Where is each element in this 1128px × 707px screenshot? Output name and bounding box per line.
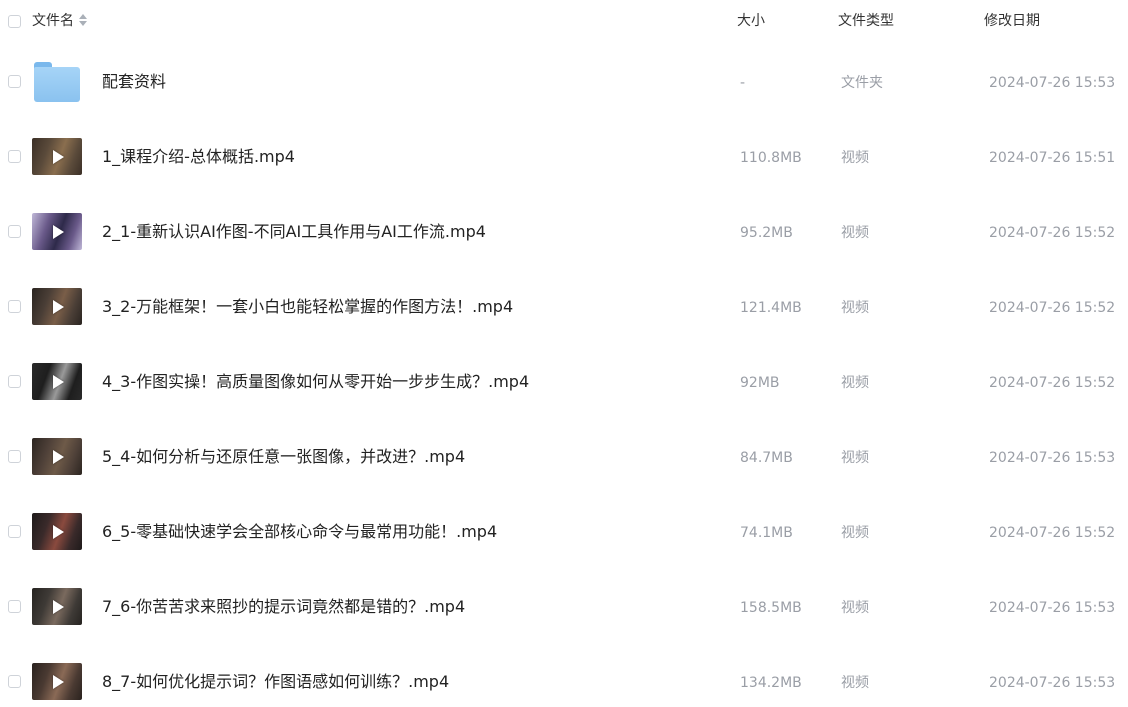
play-icon	[53, 449, 64, 464]
file-row[interactable]: 2_1-重新认识AI作图-不同AI工具作用与AI工作流.mp4 95.2MB 视频 2…	[0, 194, 1128, 269]
file-name[interactable]: 7_6-你苦苦求来照抄的提示词竟然都是错的？.mp4	[102, 597, 465, 617]
file-size: 121.4MB	[740, 300, 802, 316]
video-thumbnail[interactable]	[32, 513, 82, 550]
play-icon	[53, 674, 64, 689]
file-row[interactable]: 4_3-作图实操！高质量图像如何从零开始一步步生成？.mp4 92MB 视频 2024…	[0, 344, 1128, 419]
file-type: 视频	[841, 225, 869, 241]
file-type: 视频	[841, 675, 869, 691]
modified-date: 2024-07-26 15:52	[989, 375, 1116, 391]
file-type: 视频	[841, 525, 869, 541]
play-icon	[53, 224, 64, 239]
file-size: 95.2MB	[740, 225, 793, 241]
row-checkbox[interactable]	[8, 600, 21, 613]
column-header-name[interactable]: 文件名	[32, 12, 87, 30]
folder-icon[interactable]	[34, 62, 80, 102]
column-header-size[interactable]: 大小	[737, 12, 765, 30]
modified-date: 2024-07-26 15:52	[989, 225, 1116, 241]
file-size: -	[740, 75, 746, 91]
video-thumbnail[interactable]	[32, 138, 82, 175]
column-header-name-label: 文件名	[32, 13, 74, 29]
folder-row[interactable]: 配套资料 - 文件夹 2024-07-26 15:53	[0, 44, 1128, 119]
file-name[interactable]: 3_2-万能框架！一套小白也能轻松掌握的作图方法！.mp4	[102, 297, 513, 317]
file-size: 92MB	[740, 375, 780, 391]
video-thumbnail[interactable]	[32, 363, 82, 400]
file-row[interactable]: 5_4-如何分析与还原任意一张图像，并改进？.mp4 84.7MB 视频 2024-0…	[0, 419, 1128, 494]
row-checkbox[interactable]	[8, 150, 21, 163]
file-name[interactable]: 1_课程介绍-总体概括.mp4	[102, 147, 295, 167]
file-type: 视频	[841, 450, 869, 466]
video-thumbnail[interactable]	[32, 663, 82, 700]
file-size: 74.1MB	[740, 525, 793, 541]
file-type: 视频	[841, 375, 869, 391]
sort-icon[interactable]	[79, 14, 87, 26]
row-checkbox[interactable]	[8, 300, 21, 313]
file-row[interactable]: 1_课程介绍-总体概括.mp4 110.8MB 视频 2024-07-26 15:51	[0, 119, 1128, 194]
modified-date: 2024-07-26 15:53	[989, 450, 1116, 466]
file-type: 视频	[841, 600, 869, 616]
file-size: 134.2MB	[740, 675, 802, 691]
row-checkbox[interactable]	[8, 675, 21, 688]
column-header-date[interactable]: 修改日期	[984, 12, 1040, 30]
file-name[interactable]: 4_3-作图实操！高质量图像如何从零开始一步步生成？.mp4	[102, 372, 529, 392]
row-checkbox[interactable]	[8, 375, 21, 388]
modified-date: 2024-07-26 15:51	[989, 150, 1116, 166]
select-all-checkbox[interactable]	[8, 15, 21, 28]
video-thumbnail[interactable]	[32, 213, 82, 250]
file-name[interactable]: 5_4-如何分析与还原任意一张图像，并改进？.mp4	[102, 447, 465, 467]
modified-date: 2024-07-26 15:53	[989, 675, 1116, 691]
row-checkbox[interactable]	[8, 450, 21, 463]
file-list: 文件名 大小 文件类型 修改日期 配套资料 - 文件夹 2024-07-26 15:5…	[0, 0, 1128, 707]
file-row[interactable]: 3_2-万能框架！一套小白也能轻松掌握的作图方法！.mp4 121.4MB 视频 20…	[0, 269, 1128, 344]
file-size: 158.5MB	[740, 600, 802, 616]
file-row[interactable]: 6_5-零基础快速学会全部核心命令与最常用功能！.mp4 74.1MB 视频 2024…	[0, 494, 1128, 569]
file-size: 84.7MB	[740, 450, 793, 466]
file-name[interactable]: 6_5-零基础快速学会全部核心命令与最常用功能！.mp4	[102, 522, 497, 542]
row-checkbox[interactable]	[8, 75, 21, 88]
modified-date: 2024-07-26 15:52	[989, 300, 1116, 316]
row-checkbox[interactable]	[8, 225, 21, 238]
column-header-type[interactable]: 文件类型	[838, 12, 894, 30]
play-icon	[53, 299, 64, 314]
video-thumbnail[interactable]	[32, 288, 82, 325]
play-icon	[53, 374, 64, 389]
modified-date: 2024-07-26 15:52	[989, 525, 1116, 541]
file-type: 视频	[841, 300, 869, 316]
file-name[interactable]: 2_1-重新认识AI作图-不同AI工具作用与AI工作流.mp4	[102, 222, 486, 242]
file-size: 110.8MB	[740, 150, 802, 166]
video-thumbnail[interactable]	[32, 588, 82, 625]
file-type: 文件夹	[841, 75, 883, 91]
modified-date: 2024-07-26 15:53	[989, 600, 1116, 616]
play-icon	[53, 599, 64, 614]
file-name[interactable]: 8_7-如何优化提示词？作图语感如何训练？.mp4	[102, 672, 449, 692]
list-header: 文件名 大小 文件类型 修改日期	[0, 0, 1128, 42]
file-name[interactable]: 配套资料	[102, 72, 166, 92]
modified-date: 2024-07-26 15:53	[989, 75, 1116, 91]
video-thumbnail[interactable]	[32, 438, 82, 475]
file-type: 视频	[841, 150, 869, 166]
play-icon	[53, 149, 64, 164]
play-icon	[53, 524, 64, 539]
file-row[interactable]: 7_6-你苦苦求来照抄的提示词竟然都是错的？.mp4 158.5MB 视频 2024-…	[0, 569, 1128, 644]
row-checkbox[interactable]	[8, 525, 21, 538]
file-row[interactable]: 8_7-如何优化提示词？作图语感如何训练？.mp4 134.2MB 视频 2024-0…	[0, 644, 1128, 707]
